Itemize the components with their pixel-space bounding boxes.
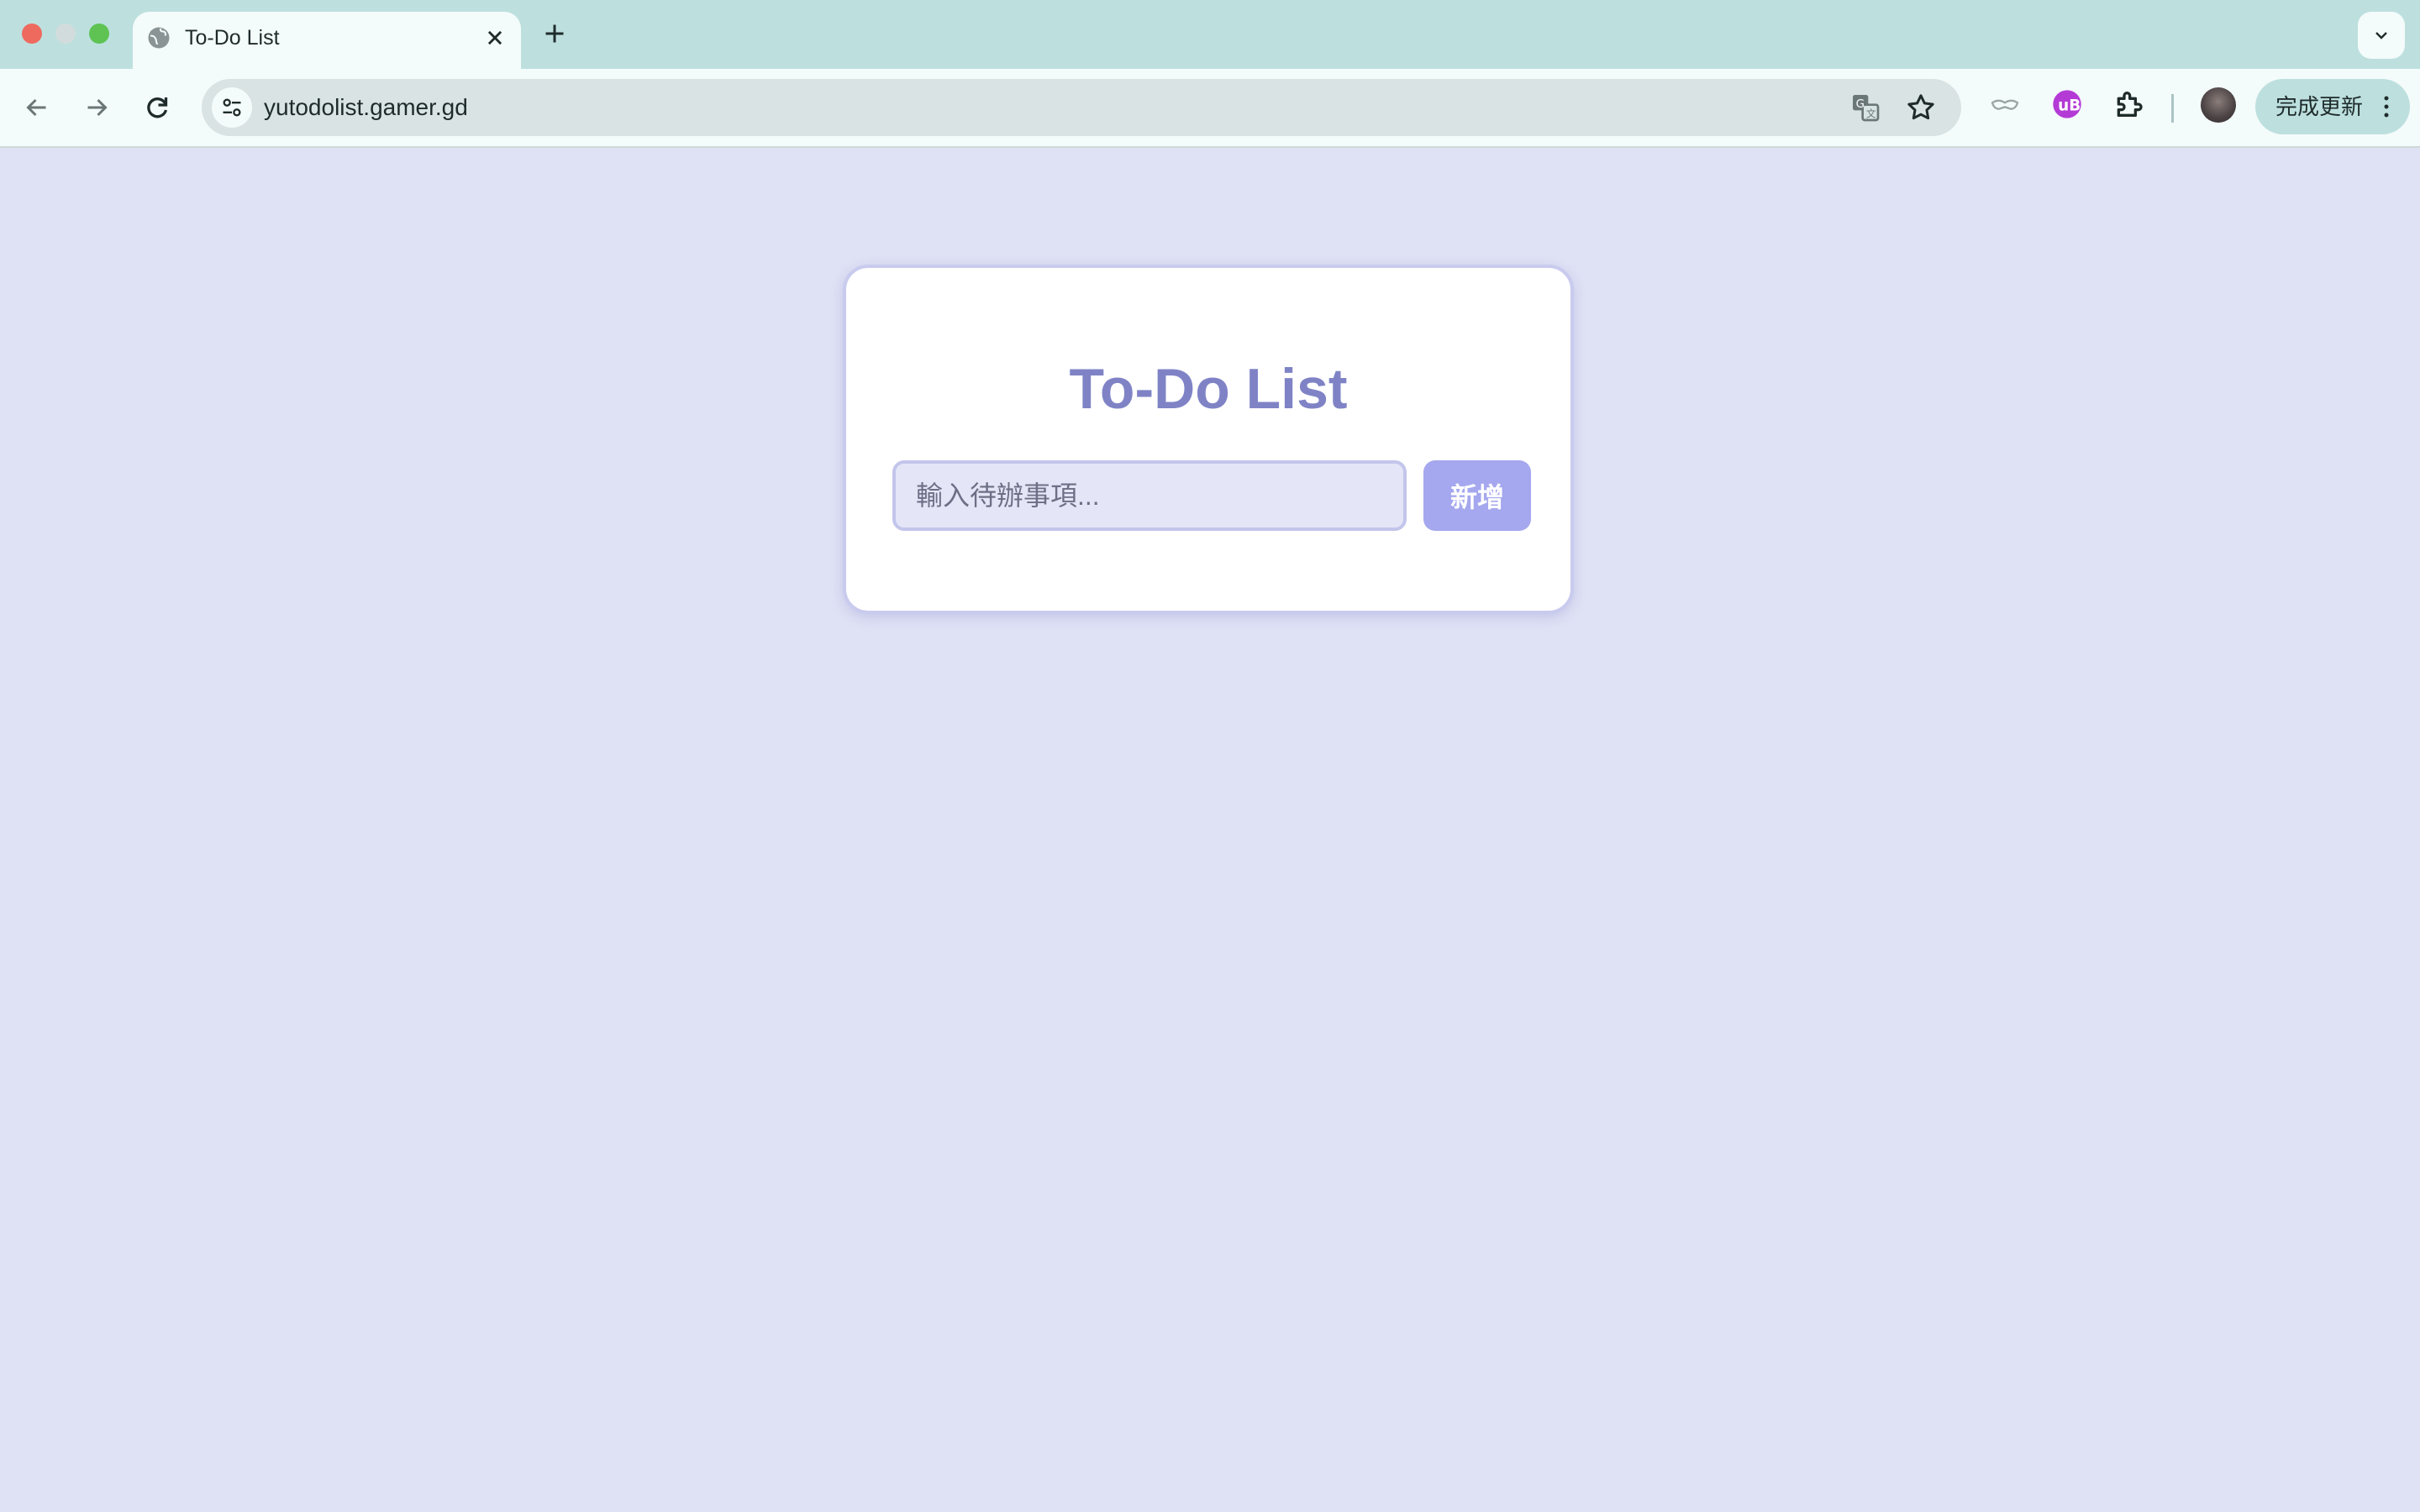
globe-icon (146, 25, 171, 50)
reload-button[interactable] (137, 87, 177, 128)
address-bar[interactable]: yutodolist.gamer.gd G文 (202, 79, 1961, 136)
translate-icon[interactable]: G文 (1849, 91, 1882, 124)
update-button[interactable]: 完成更新 (2255, 79, 2410, 134)
plus-icon[interactable] (539, 18, 570, 49)
svg-text:G: G (1856, 98, 1865, 111)
close-icon[interactable] (481, 24, 509, 52)
forward-button[interactable] (76, 87, 117, 128)
tab-title: To-Do List (185, 26, 280, 50)
tab-strip: To-Do List (0, 0, 2420, 69)
toolbar-divider (2171, 94, 2174, 123)
site-info-button[interactable] (212, 87, 252, 128)
update-button-label: 完成更新 (2275, 94, 2364, 119)
window-close-button[interactable] (22, 24, 42, 44)
more-vert-icon[interactable] (2381, 94, 2391, 123)
add-button[interactable]: 新增 (1423, 460, 1531, 531)
svg-text:uB: uB (2058, 97, 2081, 115)
page-title: To-Do List (1069, 357, 1348, 421)
ublock-icon[interactable]: uB (2050, 87, 2084, 121)
mask-icon[interactable] (1988, 87, 2022, 121)
puzzle-icon[interactable] (2112, 87, 2145, 121)
avatar[interactable] (2201, 87, 2236, 123)
tab-search-button[interactable] (2358, 12, 2405, 59)
window-minimize-button[interactable] (55, 24, 76, 44)
url-text: yutodolist.gamer.gd (264, 94, 468, 120)
star-icon[interactable] (1904, 91, 1938, 124)
todo-input[interactable] (892, 460, 1407, 531)
back-button[interactable] (17, 87, 57, 128)
todo-card: To-Do List 新增 (843, 265, 1574, 614)
browser-tab[interactable]: To-Do List (133, 12, 521, 69)
window-maximize-button[interactable] (89, 24, 109, 44)
svg-text:文: 文 (1866, 108, 1876, 120)
